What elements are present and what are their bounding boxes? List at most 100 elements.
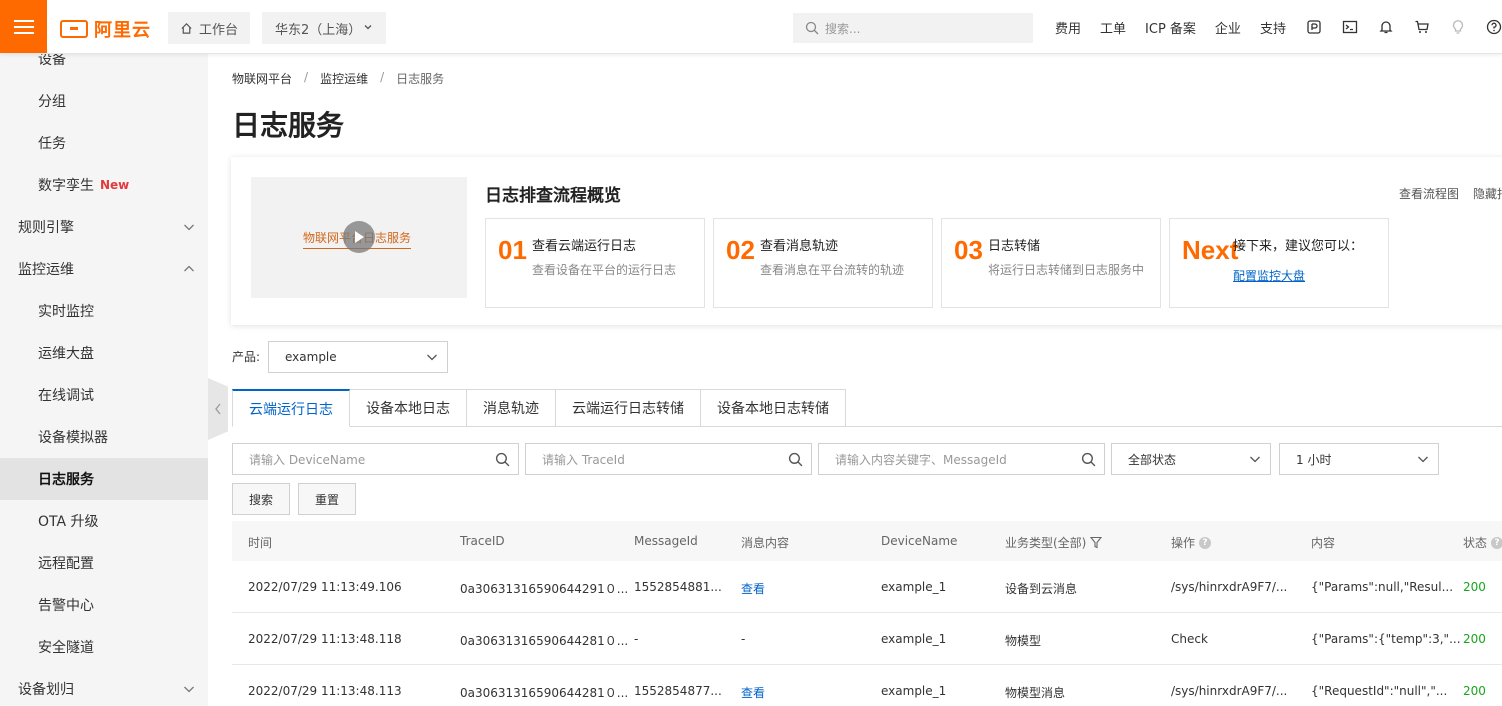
reset-button[interactable]: 重置: [298, 483, 356, 515]
sidebar-item-label: 实时监控: [38, 304, 94, 320]
chevron-down-icon: [1250, 456, 1260, 463]
sidebar-item-10[interactable]: 日志服务: [0, 458, 208, 500]
sidebar-item-0[interactable]: 设备: [0, 54, 208, 80]
table-cell: example_1: [881, 580, 947, 594]
breadcrumb-iot[interactable]: 物联网平台: [232, 70, 292, 87]
sidebar-item-6[interactable]: 实时监控: [0, 290, 208, 332]
step-desc: 将运行日志转储到日志服务中: [988, 263, 1145, 277]
col-operation: 操作 ?: [1171, 534, 1212, 551]
table-cell[interactable]: 查看: [741, 580, 765, 597]
search-icon[interactable]: [495, 452, 510, 467]
table-cell: 物模型消息: [1005, 686, 1066, 700]
breadcrumb-separator: /: [380, 70, 385, 84]
col-status: 状态 ?: [1463, 534, 1502, 551]
device-name-input[interactable]: 请输入 DeviceName: [232, 443, 519, 475]
table-cell: 200: [1463, 684, 1486, 698]
step-card-2[interactable]: 02 查看消息轨迹 查看消息在平台流转的轨迹: [713, 218, 933, 308]
nav-enterprise[interactable]: 企业: [1215, 18, 1241, 37]
bulb-icon[interactable]: [1449, 18, 1467, 36]
table-cell: {"Params":null,"Resul...: [1311, 580, 1454, 594]
sidebar-item-4[interactable]: 规则引擎: [0, 206, 208, 248]
tab-cloud-log-dump[interactable]: 云端运行日志转储: [556, 389, 701, 427]
nav-icp[interactable]: ICP 备案: [1145, 18, 1196, 37]
sidebar-item-8[interactable]: 在线调试: [0, 374, 208, 416]
nav-support[interactable]: 支持: [1260, 18, 1286, 37]
table-cell: example_1: [881, 632, 947, 646]
sidebar-item-15[interactable]: 设备划归: [0, 668, 208, 706]
menu-icon[interactable]: [0, 0, 47, 53]
nav-fee[interactable]: 费用: [1055, 18, 1081, 37]
tab-cloud-log[interactable]: 云端运行日志: [232, 389, 350, 427]
search-icon[interactable]: [788, 452, 803, 467]
log-tabs: 云端运行日志 设备本地日志 消息轨迹 云端运行日志转储 设备本地日志转储: [232, 389, 846, 427]
col-time: 时间: [248, 536, 273, 550]
top-nav: 费用 工单 ICP 备案 企业 支持: [1055, 0, 1502, 54]
help-icon[interactable]: ?: [1491, 536, 1502, 549]
view-flowchart-link[interactable]: 查看流程图: [1399, 185, 1459, 202]
step-card-3[interactable]: 03 日志转储 将运行日志转储到日志服务中: [941, 218, 1161, 308]
chevron-down-icon: [427, 354, 437, 361]
step-card-next: Next 接下来，建议您可以： 配置监控大盘: [1169, 218, 1389, 308]
breadcrumb-current: 日志服务: [396, 72, 445, 86]
tab-device-local-log[interactable]: 设备本地日志: [350, 389, 467, 427]
filter-icon[interactable]: [1090, 536, 1103, 549]
table-cell[interactable]: 查看: [741, 684, 765, 701]
sidebar-item-label: OTA 升级: [38, 514, 99, 530]
col-operation-label: 操作: [1171, 536, 1196, 550]
nav-ticket[interactable]: 工单: [1100, 18, 1126, 37]
step-title: 查看云端运行日志: [532, 239, 637, 254]
sidebar-item-label: 在线调试: [38, 388, 94, 404]
log-table: 时间 TraceID MessageId 消息内容 DeviceName 业务类…: [232, 521, 1502, 706]
workbench-button[interactable]: 工作台: [168, 12, 250, 44]
sidebar-item-9[interactable]: 设备模拟器: [0, 416, 208, 458]
step-card-1[interactable]: 01 查看云端运行日志 查看设备在平台的运行日志: [485, 218, 705, 308]
sidebar-item-2[interactable]: 任务: [0, 122, 208, 164]
intro-video[interactable]: 物联网平台日志服务: [251, 177, 467, 298]
col-business-type[interactable]: 业务类型(全部): [1005, 534, 1103, 551]
help-icon[interactable]: ?: [1199, 536, 1212, 549]
bell-icon[interactable]: [1377, 18, 1395, 36]
tab-message-trace[interactable]: 消息轨迹: [467, 389, 556, 427]
time-range-select[interactable]: 1 小时: [1279, 443, 1439, 475]
product-select[interactable]: example: [268, 341, 448, 373]
status-select[interactable]: 全部状态: [1111, 443, 1271, 475]
sidebar-item-3[interactable]: 数字孪生 New: [0, 164, 208, 206]
terminal-icon[interactable]: [1341, 18, 1359, 36]
trace-id-input[interactable]: 请输入 TraceId: [525, 443, 812, 475]
search-button[interactable]: 搜索: [232, 483, 290, 515]
play-icon[interactable]: [343, 221, 375, 253]
trace-id-placeholder: 请输入 TraceId: [542, 452, 625, 467]
page-title: 日志服务: [232, 109, 345, 142]
sidebar-item-14[interactable]: 安全隧道: [0, 626, 208, 668]
table-cell: -: [741, 632, 746, 646]
region-selector[interactable]: 华东2（上海）: [262, 12, 386, 44]
sidebar-item-11[interactable]: OTA 升级: [0, 500, 208, 542]
sidebar-item-5[interactable]: 监控运维: [0, 248, 208, 290]
search-icon: [805, 21, 819, 35]
table-cell: {"RequestId":"null","...: [1311, 684, 1448, 698]
logo[interactable]: 阿里云: [60, 16, 151, 42]
tab-device-log-dump[interactable]: 设备本地日志转储: [701, 389, 846, 427]
sidebar-item-label: 告警中心: [38, 598, 94, 614]
table-header: 时间 TraceID MessageId 消息内容 DeviceName 业务类…: [232, 521, 1502, 561]
hide-guide-link[interactable]: 隐藏指引: [1473, 185, 1502, 202]
sidebar-item-12[interactable]: 远程配置: [0, 542, 208, 584]
product-value: example: [285, 350, 337, 364]
content-keyword-input[interactable]: 请输入内容关键字、MessageId: [818, 443, 1105, 475]
sidebar-item-label: 数字孪生: [38, 178, 94, 194]
table-cell: 1552854877...: [634, 684, 722, 698]
search-input[interactable]: 搜索...: [793, 13, 1033, 43]
breadcrumb-monitor[interactable]: 监控运维: [320, 70, 368, 87]
sidebar-item-1[interactable]: 分组: [0, 80, 208, 122]
aliyun-logo-icon: [60, 20, 88, 38]
cart-icon[interactable]: [1413, 18, 1431, 36]
sidebar-item-7[interactable]: 运维大盘: [0, 332, 208, 374]
sidebar-item-13[interactable]: 告警中心: [0, 584, 208, 626]
config-dashboard-link[interactable]: 配置监控大盘: [1233, 267, 1305, 284]
app-icon[interactable]: [1305, 18, 1323, 36]
help-icon[interactable]: [1485, 18, 1502, 36]
table-cell: example_1: [881, 684, 947, 698]
region-label: 华东2（上海）: [275, 22, 362, 38]
search-icon[interactable]: [1081, 452, 1096, 467]
table-row: 2022/07/29 11:13:48.118 0a306313165906442…: [232, 613, 1502, 665]
